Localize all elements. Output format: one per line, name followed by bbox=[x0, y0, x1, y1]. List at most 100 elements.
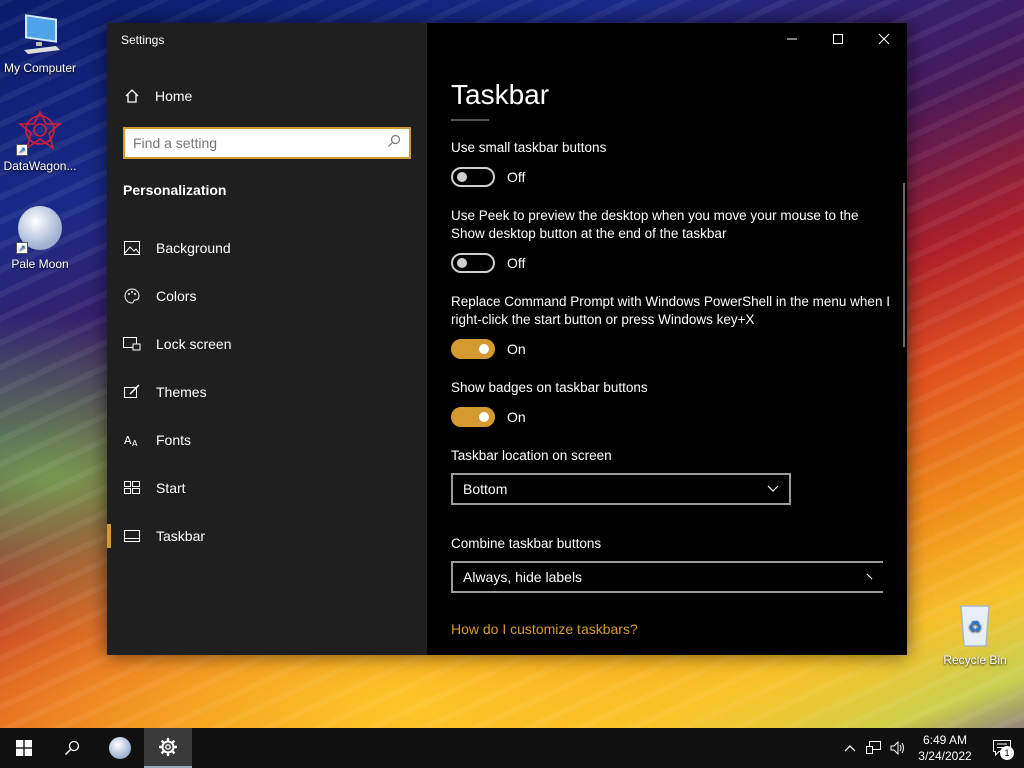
nav-item-label: Taskbar bbox=[156, 528, 206, 544]
image-icon bbox=[123, 239, 141, 257]
desktop-icon-label: My Computer bbox=[3, 61, 77, 75]
maximize-icon bbox=[833, 34, 843, 44]
minimize-icon bbox=[787, 38, 797, 40]
setting-powershell: Replace Command Prompt with Windows Powe… bbox=[451, 293, 891, 359]
clock-time: 6:49 AM bbox=[922, 733, 968, 747]
maximize-button[interactable] bbox=[815, 23, 861, 55]
toggle-state: Off bbox=[507, 169, 526, 185]
search-box bbox=[123, 127, 411, 159]
svg-text:♻: ♻ bbox=[968, 617, 982, 636]
chevron-up-icon bbox=[844, 745, 856, 752]
svg-text:A: A bbox=[132, 439, 138, 447]
taskbar-settings[interactable] bbox=[144, 728, 192, 768]
recycle-bin-icon: ♻ bbox=[951, 602, 999, 650]
nav-item-label: Background bbox=[156, 240, 231, 256]
setting-label: Combine taskbar buttons bbox=[451, 536, 602, 551]
nav-item-themes[interactable]: Themes bbox=[107, 368, 427, 416]
settings-nav: Background Colors Lock screen Themes A A… bbox=[107, 224, 427, 560]
desktop-icon-label: Pale Moon bbox=[11, 257, 69, 271]
taskbar: 6:49 AM 3/24/2022 1 bbox=[0, 728, 1024, 768]
nav-item-label: Start bbox=[156, 480, 186, 496]
shortcut-arrow-icon: ↗ bbox=[16, 144, 28, 156]
setting-label: Use small taskbar buttons bbox=[451, 140, 607, 155]
settings-list: Use small taskbar buttons Off Use Peek t… bbox=[451, 139, 891, 637]
chevron-down-icon bbox=[767, 485, 779, 492]
desktop-icon-pale-moon[interactable]: ↗ Pale Moon bbox=[0, 206, 80, 271]
show-hidden-icons-button[interactable] bbox=[838, 728, 862, 768]
toggle-state: On bbox=[507, 341, 526, 357]
nav-home-label: Home bbox=[155, 88, 193, 104]
caption-buttons bbox=[769, 23, 907, 55]
nav-item-label: Colors bbox=[156, 288, 197, 304]
desktop-icon-my-computer[interactable]: My Computer bbox=[0, 10, 80, 75]
peek-toggle[interactable] bbox=[451, 253, 495, 273]
close-button[interactable] bbox=[861, 23, 907, 55]
nav-item-label: Fonts bbox=[156, 432, 192, 448]
home-icon bbox=[123, 87, 141, 105]
start-button[interactable] bbox=[0, 728, 48, 768]
action-center-button[interactable]: 1 bbox=[980, 728, 1024, 768]
title-divider bbox=[451, 119, 489, 121]
setting-label: Use Peek to preview the desktop when you… bbox=[451, 208, 859, 241]
setting-combine: Combine taskbar buttons Always, hide lab… bbox=[451, 535, 891, 593]
search-icon bbox=[64, 740, 80, 756]
system-tray: 6:49 AM 3/24/2022 1 bbox=[838, 728, 1024, 768]
settings-content: Taskbar Use small taskbar buttons Off Us… bbox=[427, 23, 907, 655]
badges-toggle[interactable] bbox=[451, 407, 495, 427]
settings-window: Settings Home Personalization Background bbox=[107, 23, 907, 655]
nav-item-colors[interactable]: Colors bbox=[107, 272, 427, 320]
fonts-icon: AA bbox=[123, 431, 141, 449]
windows-logo-icon bbox=[16, 740, 32, 756]
desktop-icon-datawagon[interactable]: ↗ DataWagon... bbox=[0, 108, 80, 173]
nav-item-lock-screen[interactable]: Lock screen bbox=[107, 320, 427, 368]
pale-moon-icon: ↗ bbox=[16, 206, 64, 254]
setting-badges: Show badges on taskbar buttons On bbox=[451, 379, 891, 427]
nav-item-label: Lock screen bbox=[156, 336, 232, 352]
toggle-state: On bbox=[507, 409, 526, 425]
gear-icon bbox=[159, 738, 177, 756]
settings-sidebar: Settings Home Personalization Background bbox=[107, 23, 427, 655]
search-input[interactable] bbox=[133, 135, 387, 151]
svg-text:A: A bbox=[124, 434, 132, 447]
volume-button[interactable] bbox=[886, 728, 910, 768]
taskbar-icon bbox=[123, 527, 141, 545]
location-dropdown[interactable]: Bottom bbox=[451, 473, 791, 505]
network-button[interactable] bbox=[862, 728, 886, 768]
nav-item-taskbar[interactable]: Taskbar bbox=[107, 512, 427, 560]
network-icon bbox=[866, 741, 881, 754]
setting-label: Show badges on taskbar buttons bbox=[451, 380, 648, 395]
small-buttons-toggle[interactable] bbox=[451, 167, 495, 187]
shortcut-arrow-icon: ↗ bbox=[16, 242, 28, 254]
nav-item-fonts[interactable]: AA Fonts bbox=[107, 416, 427, 464]
speaker-icon bbox=[890, 741, 904, 755]
taskbar-search-button[interactable] bbox=[48, 728, 96, 768]
desktop-icon-label: DataWagon... bbox=[3, 159, 77, 173]
page-title: Taskbar bbox=[451, 79, 550, 110]
nav-home[interactable]: Home bbox=[123, 87, 192, 105]
computer-icon bbox=[16, 10, 64, 58]
nav-item-start[interactable]: Start bbox=[107, 464, 427, 512]
toggle-state: Off bbox=[507, 255, 526, 271]
close-icon bbox=[878, 33, 890, 45]
scrollbar[interactable] bbox=[903, 183, 905, 347]
palette-icon bbox=[123, 287, 141, 305]
minimize-button[interactable] bbox=[769, 23, 815, 55]
themes-icon bbox=[123, 383, 141, 401]
desktop-icon-label: Recycle Bin bbox=[943, 653, 1007, 667]
clock[interactable]: 6:49 AM 3/24/2022 bbox=[910, 732, 980, 764]
nav-item-background[interactable]: Background bbox=[107, 224, 427, 272]
search-icon[interactable] bbox=[387, 134, 401, 153]
desktop-icon-recycle-bin[interactable]: ♻ Recycle Bin bbox=[935, 602, 1015, 667]
setting-small-buttons: Use small taskbar buttons Off bbox=[451, 139, 891, 187]
chevron-down-icon bbox=[866, 573, 873, 580]
window-title: Settings bbox=[121, 33, 165, 47]
start-icon bbox=[123, 479, 141, 497]
powershell-toggle[interactable] bbox=[451, 339, 495, 359]
taskbar-pale-moon[interactable] bbox=[96, 728, 144, 768]
setting-peek: Use Peek to preview the desktop when you… bbox=[451, 207, 891, 273]
combine-dropdown[interactable]: Always, hide labels bbox=[451, 561, 883, 593]
dropdown-value: Always, hide labels bbox=[463, 569, 583, 585]
help-link[interactable]: How do I customize taskbars? bbox=[451, 621, 891, 637]
setting-label: Taskbar location on screen bbox=[451, 448, 612, 463]
notification-badge: 1 bbox=[1000, 746, 1014, 760]
